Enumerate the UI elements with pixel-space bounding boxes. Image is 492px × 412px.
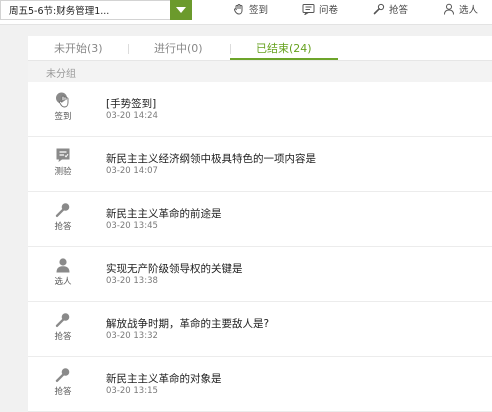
activity-item[interactable]: 签到 [手势签到] 03-20 14:24 xyxy=(28,82,492,137)
tab-divider xyxy=(128,44,129,54)
activity-type-label: 抢答 xyxy=(54,332,72,342)
toolbar-pick-person-button[interactable]: 选人 xyxy=(443,1,478,17)
course-select-dropdown-button[interactable] xyxy=(170,0,192,20)
activity-title: 新民主主义经济纲领中极具特色的一项内容是 xyxy=(106,153,316,165)
activity-time: 03-20 14:24 xyxy=(106,111,158,121)
tab-divider xyxy=(230,44,231,54)
toolbar-quick-answer-button[interactable]: 抢答 xyxy=(373,1,408,17)
activity-type: 抢答 xyxy=(46,202,80,232)
activity-item[interactable]: 测验 新民主主义经济纲领中极具特色的一项内容是 03-20 14:07 xyxy=(28,137,492,192)
toolbar-sign-in-button[interactable]: 签到 xyxy=(233,1,268,17)
activity-time: 03-20 13:38 xyxy=(106,276,158,286)
top-bar: 周五5-6节:财务管理1... 签到 问卷 抢答 选人 xyxy=(0,0,492,25)
activity-item[interactable]: 抢答 新民主主义革命的对象是 03-20 13:15 xyxy=(28,357,492,412)
microphone-icon xyxy=(55,313,70,327)
tab-ended[interactable]: 已结束(24) xyxy=(256,40,312,56)
activity-title: 新民主主义革命的对象是 xyxy=(106,373,222,385)
activity-type: 抢答 xyxy=(46,312,80,342)
activity-type-label: 抢答 xyxy=(54,387,72,397)
group-header: 未分组 xyxy=(28,61,492,82)
activity-item[interactable]: 抢答 解放战争时期，革命的主要敌人是? 03-20 13:32 xyxy=(28,302,492,357)
activity-panel: 未开始(3) 进行中(0) 已结束(24) 未分组 签到 [手势签到] 03-2… xyxy=(28,36,492,412)
activity-type-label: 测验 xyxy=(54,167,72,177)
activity-time: 03-20 13:32 xyxy=(106,331,158,341)
tab-not-started[interactable]: 未开始(3) xyxy=(54,40,103,56)
activity-type-label: 抢答 xyxy=(54,222,72,232)
person-icon xyxy=(444,3,454,15)
status-tabs: 未开始(3) 进行中(0) 已结束(24) xyxy=(28,36,492,61)
toolbar-survey-label: 问卷 xyxy=(319,5,339,16)
toolbar-pick-person-label: 选人 xyxy=(459,5,479,16)
toolbar-quick-answer-label: 抢答 xyxy=(389,5,409,16)
tab-in-progress[interactable]: 进行中(0) xyxy=(154,40,203,56)
person-icon xyxy=(56,258,70,273)
activity-type: 测验 xyxy=(46,147,80,177)
quiz-icon xyxy=(56,148,70,162)
activity-title: [手势签到] xyxy=(106,98,157,110)
triangle-down-icon xyxy=(176,7,186,13)
toolbar-survey-button[interactable]: 问卷 xyxy=(302,1,338,17)
group-label: 未分组 xyxy=(46,69,76,80)
hand-icon xyxy=(56,92,69,108)
activity-type-label: 签到 xyxy=(54,112,72,122)
microphone-icon xyxy=(55,368,70,382)
activity-title: 解放战争时期，革命的主要敌人是? xyxy=(106,318,270,330)
course-select-label: 周五5-6节:财务管理1... xyxy=(9,6,110,17)
activity-type-label: 选人 xyxy=(54,277,72,287)
activity-time: 03-20 14:07 xyxy=(106,166,158,176)
toolbar-sign-in-label: 签到 xyxy=(249,5,269,16)
hand-icon xyxy=(234,4,243,15)
survey-icon xyxy=(302,4,315,15)
activity-title: 实现无产阶级领导权的关键是 xyxy=(106,263,243,275)
activity-type: 签到 xyxy=(46,92,80,122)
activity-type: 选人 xyxy=(46,257,80,287)
activity-type: 抢答 xyxy=(46,367,80,397)
activity-item[interactable]: 选人 实现无产阶级领导权的关键是 03-20 13:38 xyxy=(28,247,492,302)
activity-title: 新民主主义革命的前途是 xyxy=(106,208,222,220)
activity-time: 03-20 13:45 xyxy=(106,221,158,231)
active-tab-indicator xyxy=(230,58,338,60)
activity-item[interactable]: 抢答 新民主主义革命的前途是 03-20 13:45 xyxy=(28,192,492,247)
course-select[interactable]: 周五5-6节:财务管理1... xyxy=(0,0,192,20)
microphone-icon xyxy=(373,3,385,15)
activity-time: 03-20 13:15 xyxy=(106,386,158,396)
microphone-icon xyxy=(55,203,70,217)
